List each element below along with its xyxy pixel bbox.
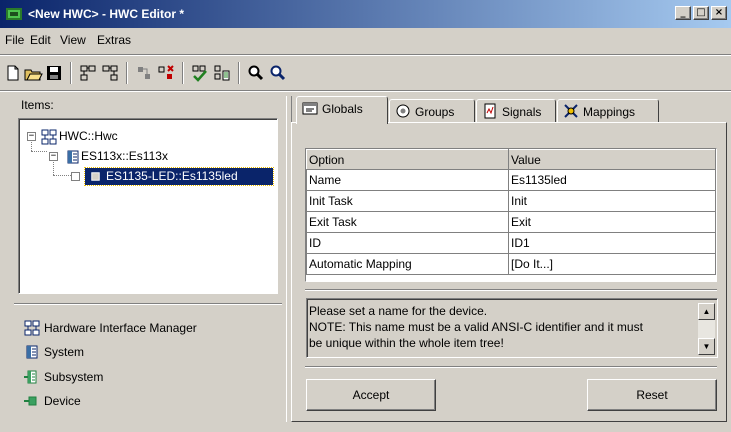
option-cell: Automatic Mapping: [306, 253, 509, 275]
table-row[interactable]: Exit Task Exit: [306, 211, 716, 233]
buttons-divider: [305, 366, 717, 368]
title-bar[interactable]: <New HWC> - HWC Editor * _ □ ×: [0, 0, 731, 28]
value-cell[interactable]: ID1: [508, 232, 716, 254]
tree-expander[interactable]: −: [27, 132, 36, 141]
mappings-icon: [564, 104, 578, 118]
hardware-interface-icon: [41, 129, 57, 145]
table-row[interactable]: ID ID1: [306, 232, 716, 254]
toolbar-separator: [238, 62, 240, 84]
tab-signals[interactable]: Signals: [476, 99, 556, 123]
value-cell[interactable]: Init: [508, 190, 716, 212]
close-button[interactable]: ×: [711, 6, 727, 20]
menu-extras[interactable]: Extras: [97, 33, 131, 47]
tab-label: Globals: [322, 102, 363, 116]
option-cell: ID: [306, 232, 509, 254]
help-text: Please set a name for the device. NOTE: …: [309, 303, 684, 351]
table-row[interactable]: Init Task Init: [306, 190, 716, 212]
subsystem-icon: [24, 370, 37, 384]
add-subsystem-icon[interactable]: [100, 63, 120, 83]
legend-label: System: [44, 345, 85, 359]
accept-button-label: Accept: [352, 388, 390, 402]
menu-file[interactable]: File: [5, 33, 24, 47]
add-device-icon[interactable]: [134, 63, 154, 83]
check-icon[interactable]: [190, 63, 210, 83]
toolbar-separator: [182, 62, 184, 84]
help-scrollbar[interactable]: ▲ ▼: [698, 303, 715, 355]
scroll-down-button[interactable]: ▼: [698, 338, 715, 355]
reset-button-label: Reset: [636, 388, 668, 402]
items-label: Items:: [21, 98, 54, 112]
tab-label: Signals: [502, 105, 542, 119]
device-icon: [91, 172, 100, 181]
table-row[interactable]: Name Es1135led: [306, 169, 716, 191]
help-line: Please set a name for the device.: [309, 304, 488, 318]
system-icon: [26, 345, 38, 359]
tree-item-es1135-led[interactable]: ES1135-LED::Es1135led: [106, 169, 238, 183]
system-icon: [67, 150, 79, 164]
new-icon[interactable]: [3, 63, 23, 83]
device-icon: [24, 396, 37, 406]
menu-divider: [0, 54, 731, 56]
toolbar-separator: [70, 62, 72, 84]
value-cell[interactable]: [Do It...]: [508, 253, 716, 275]
legend-divider: [14, 303, 282, 305]
tab-label: Groups: [415, 105, 455, 119]
value-cell[interactable]: Exit: [508, 211, 716, 233]
help-line: be unique within the whole item tree!: [309, 336, 504, 350]
toolbar: [0, 58, 731, 88]
legend-label: Hardware Interface Manager: [44, 321, 197, 335]
scroll-up-button[interactable]: ▲: [698, 303, 715, 320]
option-cell: Init Task: [306, 190, 509, 212]
properties-grid[interactable]: Option Value Name Es1135led Init Task In…: [305, 148, 717, 282]
app-icon: [6, 8, 22, 20]
help-text-box[interactable]: Please set a name for the device. NOTE: …: [306, 298, 718, 358]
legend-label: Subsystem: [44, 370, 104, 384]
delete-item-icon[interactable]: [156, 63, 176, 83]
tree-line: [53, 175, 71, 176]
tab-mappings[interactable]: Mappings: [557, 99, 659, 123]
reset-button[interactable]: Reset: [587, 379, 717, 411]
add-system-icon[interactable]: [78, 63, 98, 83]
value-cell[interactable]: Es1135led: [508, 169, 716, 191]
grid-divider: [305, 289, 717, 291]
window-title: <New HWC> - HWC Editor *: [28, 7, 185, 21]
tree-expander[interactable]: −: [49, 152, 58, 161]
menu-view[interactable]: View: [60, 33, 86, 47]
accept-button[interactable]: Accept: [306, 379, 436, 411]
generate-icon[interactable]: [212, 63, 232, 83]
tree-item-hwc[interactable]: HWC::Hwc: [59, 129, 118, 143]
maximize-button[interactable]: □: [693, 6, 709, 20]
minimize-button[interactable]: _: [675, 6, 691, 20]
option-cell: Name: [306, 169, 509, 191]
globals-icon: [302, 102, 318, 115]
items-tree[interactable]: − HWC::Hwc − ES113x::Es113x ES1135-LED::…: [18, 118, 278, 294]
signals-icon: [484, 103, 496, 119]
column-header-option[interactable]: Option: [306, 149, 509, 170]
save-icon[interactable]: [44, 63, 64, 83]
tab-groups[interactable]: Groups: [389, 99, 475, 123]
toolbar-divider: [0, 90, 731, 92]
tree-line: [31, 151, 47, 152]
column-header-value[interactable]: Value: [508, 149, 716, 170]
table-row[interactable]: Automatic Mapping [Do It...]: [306, 253, 716, 275]
find-icon[interactable]: [246, 63, 266, 83]
tree-expander[interactable]: [71, 172, 80, 181]
hardware-interface-icon: [24, 320, 40, 336]
help-line: NOTE: This name must be a valid ANSI-C i…: [309, 320, 643, 334]
legend-label: Device: [44, 394, 81, 408]
find-next-icon[interactable]: [268, 63, 288, 83]
tab-label: Mappings: [583, 105, 636, 119]
open-icon[interactable]: [23, 63, 43, 83]
tree-item-es113x[interactable]: ES113x::Es113x: [81, 149, 168, 163]
toolbar-separator: [126, 62, 128, 84]
tab-globals[interactable]: Globals: [296, 96, 388, 124]
groups-icon: [396, 104, 410, 118]
menu-edit[interactable]: Edit: [30, 33, 51, 47]
option-cell: Exit Task: [306, 211, 509, 233]
